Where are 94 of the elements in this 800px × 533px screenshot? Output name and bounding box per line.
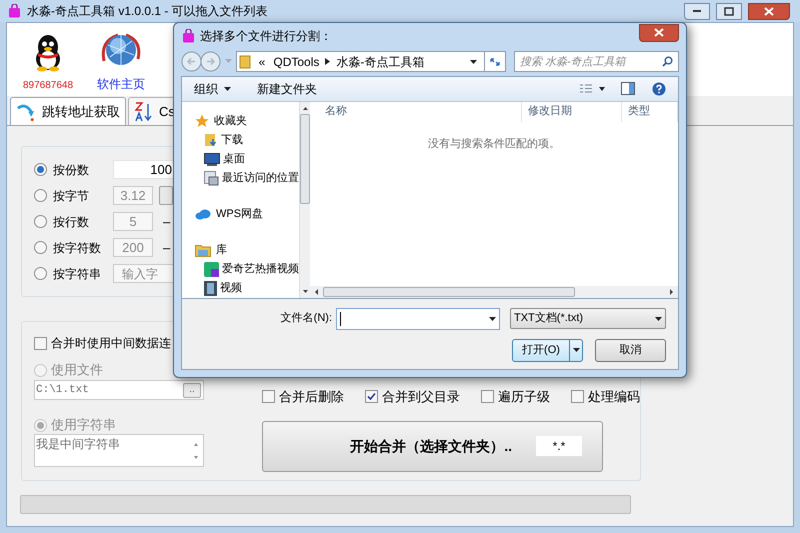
homepage-link[interactable]: 软件主页 xyxy=(97,75,146,93)
close-button[interactable] xyxy=(639,24,679,42)
scroll-right-icon[interactable] xyxy=(669,288,675,296)
checkbox[interactable] xyxy=(262,390,275,404)
unit-button[interactable] xyxy=(159,186,173,205)
tab[interactable]: 跳转地址获取 xyxy=(10,97,126,125)
qq-number: 897687648 xyxy=(23,79,74,93)
radio-label: 使用文件 xyxy=(51,361,103,380)
option-label: 按行数 xyxy=(53,214,90,230)
checkbox[interactable] xyxy=(481,390,494,404)
radio-button[interactable] xyxy=(34,267,47,280)
caret-icon[interactable] xyxy=(655,316,662,321)
checkbox[interactable] xyxy=(365,390,378,404)
preview-pane-icon[interactable] xyxy=(621,82,635,96)
checkbox-label: 处理编码 xyxy=(588,388,640,406)
close-button[interactable] xyxy=(748,2,790,20)
breadcrumb-item[interactable]: QDTools xyxy=(273,52,320,71)
option-label: 按份数 xyxy=(53,162,90,178)
breadcrumb-overflow[interactable]: « xyxy=(258,52,266,71)
nav-item[interactable]: 库 xyxy=(195,240,299,260)
checkbox-label: 合并后删除 xyxy=(279,388,344,406)
dash-label: – xyxy=(163,238,170,257)
sort-icon xyxy=(134,100,154,122)
recent-places-icon xyxy=(204,170,219,186)
filename-field[interactable] xyxy=(336,308,500,330)
text-cursor xyxy=(340,312,341,326)
radio-button[interactable] xyxy=(34,189,47,202)
scroll-left-icon[interactable] xyxy=(313,288,319,296)
search-field[interactable]: 搜索 水淼-奇点工具箱 xyxy=(514,51,679,72)
radio-button[interactable] xyxy=(34,215,47,228)
file-pattern-field[interactable]: *.* xyxy=(536,436,582,456)
curved-arrow-icon xyxy=(16,102,37,122)
minimize-button[interactable] xyxy=(684,2,710,20)
nav-item[interactable]: 下载 xyxy=(195,130,299,150)
caret-icon[interactable] xyxy=(489,316,496,321)
caret-icon[interactable] xyxy=(572,348,580,352)
new-folder-button[interactable]: 新建文件夹 xyxy=(257,80,317,98)
close-icon xyxy=(764,6,774,16)
column-header[interactable]: 名称 xyxy=(310,102,522,122)
file-type-dropdown[interactable]: TXT文档(*.txt) xyxy=(510,308,666,330)
nav-item[interactable]: 最近访问的位置 xyxy=(195,168,299,188)
nav-item[interactable]: 桌面 xyxy=(195,150,299,169)
checkbox-label: 合并时使用中间数据连 xyxy=(51,335,171,352)
checkbox-label: 合并到父目录 xyxy=(382,388,460,406)
library-folder-icon xyxy=(195,244,211,257)
app-icon xyxy=(8,4,21,18)
start-merge-button[interactable]: 开始合并（选择文件夹）.. *.* xyxy=(262,420,603,472)
app-tile-icon xyxy=(204,262,219,277)
folder-icon xyxy=(238,54,251,69)
help-icon[interactable] xyxy=(652,82,666,96)
nav-item[interactable]: 爱奇艺热播视频 xyxy=(195,260,299,279)
address-bar[interactable]: « QDTools 水淼-奇点工具箱 xyxy=(236,51,506,72)
search-icon xyxy=(662,56,673,68)
option-label: 按字节 xyxy=(53,188,90,204)
option-label: 按字符串 xyxy=(53,266,102,282)
maximize-button[interactable] xyxy=(716,2,742,20)
dropdown-arrow-icon[interactable] xyxy=(470,60,477,64)
cloud-icon xyxy=(195,208,211,220)
filename-label: 文件名(N): xyxy=(280,310,332,326)
caret-icon xyxy=(224,86,231,91)
nav-item[interactable]: WPS网盘 xyxy=(195,204,299,224)
breadcrumb-item[interactable]: 水淼-奇点工具箱 xyxy=(336,52,424,71)
open-split-button[interactable]: 打开(O) xyxy=(512,338,583,362)
app-icon xyxy=(182,28,195,43)
radio-button[interactable] xyxy=(34,241,47,254)
close-icon xyxy=(654,28,664,38)
refresh-icon xyxy=(488,56,501,67)
star-icon xyxy=(195,114,209,128)
input-field[interactable]: 100 xyxy=(113,160,175,179)
radio-label: 使用字符串 xyxy=(51,416,116,434)
cancel-button[interactable]: 取消 xyxy=(595,338,666,362)
dialog-title: 选择多个文件进行分割： xyxy=(200,28,332,45)
vertical-scrollbar[interactable] xyxy=(299,102,310,298)
minimize-icon xyxy=(692,9,702,13)
maximize-icon xyxy=(724,6,734,16)
radio-button[interactable] xyxy=(34,163,47,176)
organize-menu[interactable]: 组织 xyxy=(194,80,231,98)
dash-label: – xyxy=(163,212,170,231)
view-options-icon[interactable] xyxy=(579,84,605,94)
column-header[interactable]: 修改日期 xyxy=(522,102,622,122)
film-icon xyxy=(204,280,217,296)
chevron-icon[interactable] xyxy=(325,58,330,66)
option-label: 按字符数 xyxy=(53,240,102,256)
horizontal-scrollbar[interactable] xyxy=(310,286,678,298)
desktop-icon xyxy=(204,152,220,166)
checkbox-label: 遍历子级 xyxy=(498,388,550,406)
checkbox[interactable] xyxy=(34,336,47,350)
checkbox[interactable] xyxy=(571,390,584,404)
column-header[interactable]: 类型 xyxy=(622,102,678,122)
download-folder-icon xyxy=(204,133,218,148)
nav-item[interactable]: 收藏夹 xyxy=(195,112,299,131)
window-title: 水淼-奇点工具箱 v1.0.0.1 - 可以拖入文件列表 xyxy=(27,3,268,20)
nav-item[interactable]: 视频 xyxy=(195,278,299,298)
empty-message: 没有与搜索条件匹配的项。 xyxy=(428,136,560,152)
